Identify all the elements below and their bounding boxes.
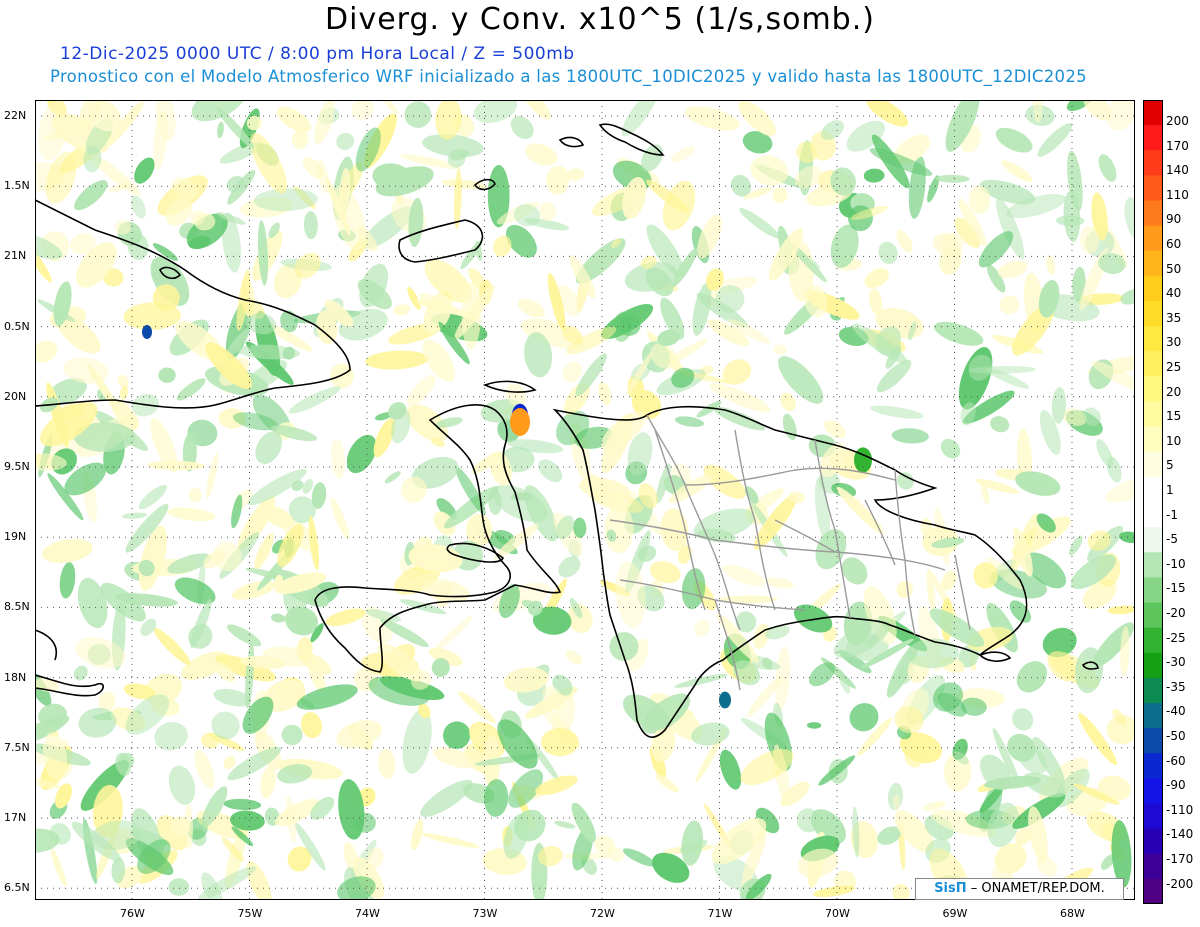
colorbar-level-label: -10 (1166, 556, 1186, 571)
colorbar-level-label: 50 (1166, 261, 1182, 276)
lat-label: 0.5N (4, 319, 30, 333)
colorbar-level-label: -200 (1166, 876, 1194, 891)
field-spot (719, 691, 731, 709)
field-spot (510, 408, 530, 436)
colorbar-level-label: 1 (1166, 483, 1174, 497)
lon-label: 76W (120, 907, 145, 920)
colorbar-level-label: 30 (1166, 335, 1182, 350)
lon-label: 75W (237, 907, 263, 920)
subtitle-time: 12-Dic-2025 0000 UTC / 8:00 pm Hora Loca… (60, 44, 575, 64)
lon-label: 70W (825, 907, 850, 920)
colorbar-swatch (1143, 703, 1163, 729)
colorbar-level-label: -140 (1166, 827, 1194, 842)
colorbar-level-label: -50 (1166, 729, 1186, 743)
colorbar-level-label: 110 (1166, 187, 1189, 202)
colorbar-swatch (1143, 527, 1163, 553)
colorbar-swatch (1143, 803, 1163, 830)
colorbar-swatch (1143, 753, 1163, 779)
colorbar-level-label: 10 (1166, 433, 1182, 448)
colorbar-level-label: -25 (1166, 630, 1186, 645)
lat-label: 19N (4, 530, 27, 544)
colorbar-swatch (1143, 476, 1163, 503)
colorbar-swatch (1143, 376, 1163, 403)
colorbar-level-label: -1 (1166, 507, 1178, 522)
lat-label: 7.5N (4, 740, 30, 754)
lon-label: 73W (472, 907, 498, 920)
colorbar-level-label: -20 (1166, 606, 1186, 620)
chart-title: Diverg. y Conv. x10^5 (1/s,somb.) (325, 2, 875, 37)
colorbar-level-label: 40 (1166, 286, 1182, 301)
lat-label: 20N (4, 389, 27, 403)
lon-label: 69W (942, 907, 968, 920)
lat-label: 8.5N (4, 600, 30, 614)
field-spot (854, 447, 872, 473)
lat-label: 17N (4, 811, 27, 824)
colorbar-swatch (1143, 552, 1163, 578)
colorbar-swatch (1143, 326, 1163, 352)
colorbar-swatch (1143, 250, 1163, 277)
colorbar-level-label: -60 (1166, 753, 1186, 768)
colorbar-swatch (1143, 828, 1163, 855)
colorbar-level-label: 90 (1166, 212, 1182, 227)
colorbar-level-label: -5 (1166, 532, 1178, 547)
credit-box: SisΠ – ONAMET/REP.DOM. (915, 878, 1124, 900)
colorbar-level-label: 60 (1166, 237, 1182, 251)
colorbar-level-label: 35 (1166, 310, 1182, 325)
lon-label: 74W (355, 907, 380, 920)
field-blob (892, 794, 901, 811)
colorbar-swatch (1143, 275, 1163, 302)
colorbar-level-label: 200 (1166, 114, 1189, 128)
colorbar-swatch (1143, 853, 1163, 880)
colorbar-level-label: -35 (1166, 679, 1186, 694)
sispi-logo: SisΠ (934, 881, 967, 896)
colorbar-swatch (1143, 351, 1163, 377)
colorbar-swatch (1143, 577, 1163, 604)
colorbar-swatch (1143, 627, 1163, 654)
map-canvas (8, 78, 1163, 915)
colorbar-swatch (1143, 150, 1163, 176)
colorbar-level-label: -170 (1166, 852, 1194, 866)
credit-text: – ONAMET/REP.DOM. (970, 881, 1105, 896)
colorbar-swatch (1143, 502, 1163, 528)
colorbar-level-label: -40 (1166, 704, 1186, 719)
lat-label: 9.5N (4, 460, 30, 473)
lon-label: 71W (707, 907, 733, 920)
colorbar-swatch (1143, 602, 1163, 629)
colorbar-level-label: 15 (1166, 409, 1182, 424)
lon-label: 72W (590, 907, 615, 920)
lat-label: 21N (4, 249, 27, 263)
colorbar-level-label: 25 (1166, 360, 1182, 374)
colorbar-level-label: 5 (1166, 458, 1174, 473)
colorbar-level-label: 20 (1166, 384, 1182, 399)
lat-label: 6.5N (4, 881, 30, 895)
colorbar-level-label: -30 (1166, 655, 1186, 670)
colorbar-level-label: -15 (1166, 581, 1186, 596)
colorbar-swatch (1143, 100, 1163, 126)
colorbar-swatch (1143, 677, 1163, 704)
colorbar-level-label: -110 (1166, 802, 1194, 817)
colorbar-level-label: 140 (1166, 163, 1189, 178)
lat-label: 18N (4, 670, 27, 684)
map-panel (8, 78, 1163, 915)
colorbar-level-label: -90 (1166, 778, 1186, 793)
colorbar-swatch (1143, 778, 1163, 805)
colorbar-swatch (1143, 301, 1163, 327)
colorbar-level-label: 170 (1166, 138, 1189, 153)
colorbar-swatch (1143, 200, 1163, 227)
lon-label: 68W (1060, 907, 1085, 920)
colorbar-swatch (1143, 225, 1163, 252)
colorbar-swatch (1143, 652, 1163, 679)
colorbar-swatch (1143, 451, 1163, 478)
colorbar-swatch (1143, 728, 1163, 754)
colorbar-swatch (1143, 175, 1163, 202)
colorbar-swatch (1143, 125, 1163, 151)
colorbar-swatch (1143, 401, 1163, 428)
colorbar-swatch (1143, 426, 1163, 453)
colorbar-swatch (1143, 878, 1163, 904)
colorbar (1143, 100, 1163, 904)
lat-label: 1.5N (4, 179, 30, 193)
lat-label: 22N (4, 109, 27, 122)
subtitle-model: Pronostico con el Modelo Atmosferico WRF… (50, 67, 1087, 86)
